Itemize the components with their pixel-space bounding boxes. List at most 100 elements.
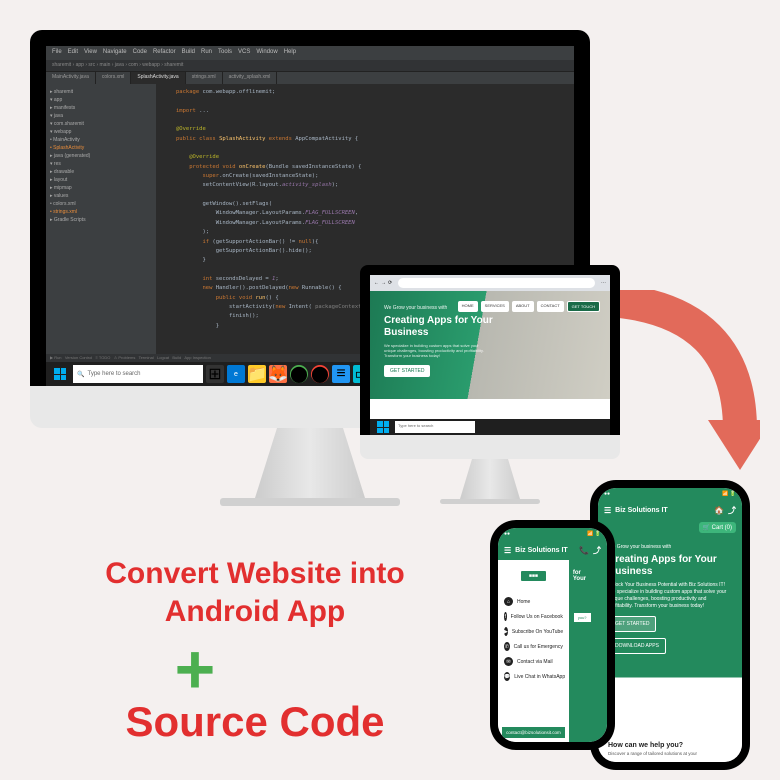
tree-item[interactable]: • colors.xml (50, 200, 152, 208)
editor-tab[interactable]: colors.xml (96, 72, 132, 84)
menu-item[interactable]: View (84, 49, 97, 57)
menu-item[interactable]: Run (201, 49, 212, 57)
tree-item[interactable]: ▸ values (50, 192, 152, 200)
cart-label: Cart (0) (712, 525, 732, 531)
tree-item[interactable]: ▸ java (generated) (50, 152, 152, 160)
hero-subtitle: We Grow your business with (384, 305, 596, 311)
app-title: Biz Solutions IT (615, 507, 668, 514)
drawer-item[interactable]: ✉Contact via Mail (502, 654, 565, 669)
chat-icon: 💬 (504, 672, 510, 681)
hero-cta-button[interactable]: GET STARTED (384, 365, 430, 377)
monitor-stand (255, 428, 365, 498)
phone-content[interactable]: 🛒 Cart (0) We Grow your business with Cr… (598, 520, 742, 762)
status-icons: 📶 🔋 (722, 491, 736, 497)
tree-item[interactable]: • strings.xml (50, 208, 152, 216)
hero-title: Creating Apps for Your Business (384, 315, 504, 339)
tree-item[interactable]: ▾ java (50, 112, 152, 120)
status-time: ●● (604, 491, 610, 497)
tree-item[interactable]: ▸ drawable (50, 168, 152, 176)
menu-item[interactable]: Code (133, 49, 147, 57)
get-started-button[interactable]: GET STARTED (608, 616, 656, 632)
home-icon[interactable]: 🏠 (714, 506, 724, 515)
menu-icon[interactable]: ☰ (604, 506, 611, 515)
start-button[interactable] (373, 418, 393, 435)
headline-block: Convert Website into Android App + Sourc… (45, 555, 465, 746)
taskbar-icon[interactable]: ⬤ (311, 365, 329, 383)
menu-item[interactable]: Build (182, 49, 195, 57)
second-monitor: ← → ⟳ ⋯ HOME SERVICES ABOUT CONTACT GET … (360, 265, 620, 504)
behind-chip: you? (573, 612, 592, 623)
mail-icon: ✉ (504, 657, 513, 666)
taskbar-icon[interactable]: ⊞ (206, 365, 224, 383)
taskbar-search[interactable]: Type here to search (395, 421, 475, 433)
nav-forward-icon[interactable]: → (381, 280, 386, 286)
drawer-logo: ■■■ (502, 564, 565, 588)
editor-tab[interactable]: strings.xml (186, 72, 223, 84)
address-bar[interactable] (398, 278, 595, 288)
phone-statusbar: ●● 📶 🔋 (598, 488, 742, 500)
tree-item[interactable]: ▸ layout (50, 176, 152, 184)
tree-item[interactable]: ▸ manifests (50, 104, 152, 112)
editor-tab[interactable]: activity_splash.xml (223, 72, 278, 84)
menu-item[interactable]: Window (256, 49, 277, 57)
site-strip (370, 399, 610, 419)
tree-item[interactable]: ▾ res (50, 160, 152, 168)
menu-icon[interactable]: ☰ (504, 546, 511, 555)
cart-badge[interactable]: 🛒 Cart (0) (699, 522, 736, 533)
tree-item[interactable]: ▾ webapp (50, 128, 152, 136)
browser-chrome: ← → ⟳ ⋯ (370, 275, 610, 291)
tree-item[interactable]: ▸ sharemit (50, 88, 152, 96)
ide-menubar[interactable]: File Edit View Navigate Code Refactor Bu… (46, 46, 574, 60)
editor-tab[interactable]: MainActivity.java (46, 72, 96, 84)
tree-item[interactable]: ▸ mipmap (50, 184, 152, 192)
menu-item[interactable]: VCS (238, 49, 250, 57)
menu-item[interactable]: Tools (218, 49, 232, 57)
ide-tabs: MainActivity.java colors.xml SplashActiv… (46, 72, 574, 84)
share-icon[interactable]: ⤴ (728, 505, 736, 516)
reload-icon[interactable]: ⟳ (388, 280, 392, 286)
tree-item-active[interactable]: • SplashActivity (50, 144, 152, 152)
breadcrumb: sharemit › app › src › main › java › com… (52, 62, 183, 69)
phone-statusbar: ●● 📶 🔋 (498, 528, 607, 540)
drawer-item[interactable]: 💬Live Chat in WhatsApp (502, 669, 565, 684)
drawer-item[interactable]: ▶Subscribe On YouTube (502, 624, 565, 639)
start-button[interactable] (50, 365, 70, 383)
monitor-stand (460, 459, 520, 499)
taskbar-icon[interactable]: 🦊 (269, 365, 287, 383)
tree-item[interactable]: ▾ app (50, 96, 152, 104)
share-icon[interactable]: ⤴ (593, 545, 601, 556)
menu-item[interactable]: Refactor (153, 49, 176, 57)
tree-item[interactable]: • MainActivity (50, 136, 152, 144)
drawer-email[interactable]: contact@bizsolutionsit.com (502, 727, 565, 738)
menu-item[interactable]: Navigate (103, 49, 127, 57)
monitor-chin (360, 435, 620, 459)
tree-item[interactable]: ▸ Gradle Scripts (50, 216, 152, 224)
windows-icon (377, 421, 389, 433)
editor-tab-active[interactable]: SplashActivity.java (131, 72, 185, 84)
taskbar-icon[interactable]: e (227, 365, 245, 383)
phone-small: ●● 📶 🔋 ☰ Biz Solutions IT 📞 ⤴ ■■■ ⌂Home … (490, 520, 615, 750)
youtube-icon: ▶ (504, 627, 508, 636)
nav-back-icon[interactable]: ← (374, 280, 379, 286)
extension-icon[interactable]: ⋯ (601, 280, 606, 286)
drawer-scrim[interactable]: forYour you? (569, 560, 607, 742)
menu-item[interactable]: Edit (68, 49, 78, 57)
phone-icon[interactable]: 📞 (579, 546, 589, 555)
menu-item[interactable]: File (52, 49, 62, 57)
windows-taskbar: Type here to search (370, 419, 610, 435)
menu-item[interactable]: Help (284, 49, 296, 57)
drawer-item[interactable]: ⌂Home (502, 594, 565, 609)
taskbar-search[interactable]: 🔍 Type here to search (73, 365, 203, 383)
taskbar-icon[interactable]: ⬤ (290, 365, 308, 383)
drawer-item[interactable]: fFollow Us on Facebook (502, 609, 565, 624)
windows-icon (54, 368, 66, 380)
tree-item[interactable]: ▾ com.sharemit (50, 120, 152, 128)
phone-icon: ✆ (504, 642, 510, 651)
taskbar-icon[interactable]: 📁 (248, 365, 266, 383)
taskbar-icon[interactable]: ≡ (332, 365, 350, 383)
plus-icon: + (0, 634, 465, 704)
phone-appbar: ☰ Biz Solutions IT 🏠 ⤴ (598, 500, 742, 520)
drawer-item[interactable]: ✆Call us for Emergency (502, 639, 565, 654)
download-apps-button[interactable]: DOWNLOAD APPS (608, 638, 666, 654)
project-tree[interactable]: ▸ sharemit ▾ app ▸ manifests ▾ java ▾ co… (46, 84, 156, 370)
